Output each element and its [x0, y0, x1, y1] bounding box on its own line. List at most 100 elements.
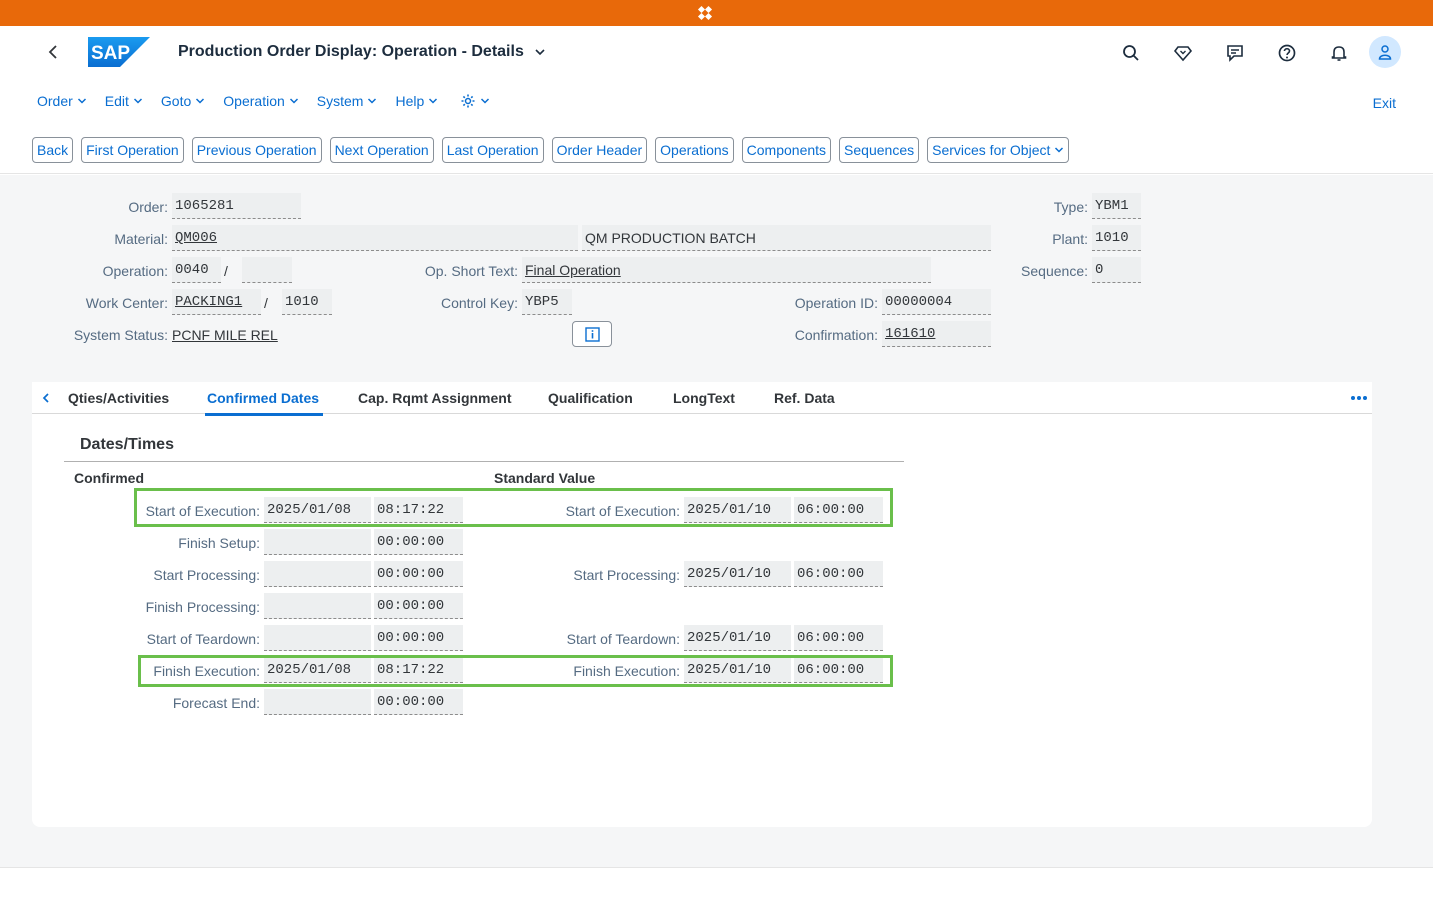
menu-help[interactable]: Help: [395, 93, 438, 109]
components-button[interactable]: Components: [741, 137, 832, 163]
search-icon[interactable]: [1120, 42, 1142, 64]
operation-field[interactable]: 0040: [172, 257, 221, 283]
short-text-field[interactable]: Final Operation: [522, 257, 931, 283]
confirmed-forecast-end-date[interactable]: [264, 689, 371, 715]
operations-button[interactable]: Operations: [655, 137, 734, 163]
previous-operation-button[interactable]: Previous Operation: [191, 137, 322, 163]
confirmed-forecast-end-time[interactable]: 00:00:00: [374, 689, 463, 715]
back-arrow-icon[interactable]: [44, 42, 64, 62]
app-title[interactable]: Production Order Display: Operation - De…: [178, 43, 546, 61]
confirmed-finish-processing-time[interactable]: 00:00:00: [374, 593, 463, 619]
confirmation-field[interactable]: 161610: [882, 321, 991, 347]
type-field[interactable]: YBM1: [1092, 193, 1141, 219]
operation-id-field[interactable]: 00000004: [882, 289, 991, 315]
confirmed-column-header: Confirmed: [74, 470, 144, 486]
std-start-teardown-label: Start of Teardown:: [566, 631, 680, 647]
menu-order-label: Order: [37, 93, 73, 109]
chevron-down-icon: [196, 98, 205, 104]
more-overflow-icon[interactable]: [1350, 395, 1368, 401]
exit-link[interactable]: Exit: [1373, 95, 1396, 111]
menu-settings[interactable]: [456, 93, 490, 109]
type-label: Type:: [1053, 199, 1088, 215]
tab-cap-rqmt-assignment[interactable]: Cap. Rqmt Assignment: [358, 390, 512, 406]
material-description-field[interactable]: QM PRODUCTION BATCH: [582, 225, 991, 251]
menu-operation-label: Operation: [223, 93, 285, 109]
chevron-down-icon: [481, 98, 490, 104]
finish-processing-label: Finish Processing:: [145, 599, 260, 615]
confirmed-finish-processing-date[interactable]: [264, 593, 371, 619]
svg-text:SAP: SAP: [91, 43, 130, 64]
tab-longtext[interactable]: LongText: [673, 390, 735, 406]
menu-goto-label: Goto: [160, 93, 192, 109]
shell-bar: SAP Production Order Display: Operation …: [0, 26, 1433, 174]
material-field[interactable]: QM006: [172, 225, 578, 251]
order-field[interactable]: 1065281: [172, 193, 301, 219]
chevron-down-icon: [133, 98, 142, 104]
chevron-left-icon[interactable]: [40, 392, 52, 404]
operation-id-label: Operation ID:: [794, 295, 878, 311]
confirmed-finish-setup-date[interactable]: [264, 529, 371, 555]
std-start-processing-date[interactable]: 2025/01/10: [684, 561, 791, 587]
chevron-down-icon: [429, 98, 438, 104]
back-button[interactable]: Back: [32, 137, 74, 163]
last-operation-button[interactable]: Last Operation: [441, 137, 544, 163]
services-for-object-button[interactable]: Services for Object: [927, 137, 1070, 163]
bell-icon[interactable]: [1328, 42, 1350, 64]
plant-label: Plant:: [1052, 231, 1088, 247]
chat-list-icon[interactable]: [1224, 42, 1246, 64]
material-label: Material:: [114, 231, 168, 247]
std-start-processing-time[interactable]: 06:00:00: [794, 561, 883, 587]
start-processing-label: Start Processing:: [153, 567, 260, 583]
work-center-plant-field[interactable]: 1010: [282, 289, 332, 315]
menu-system-label: System: [316, 93, 364, 109]
confirmed-start-teardown-date[interactable]: [264, 625, 371, 651]
short-text-label: Op. Short Text:: [424, 263, 518, 279]
app-title-text: Production Order Display: Operation - De…: [178, 43, 524, 60]
confirmed-finish-setup-time[interactable]: 00:00:00: [374, 529, 463, 555]
chevron-down-icon: [535, 49, 545, 55]
system-status-label: System Status:: [73, 327, 168, 343]
confirmed-start-processing-date[interactable]: [264, 561, 371, 587]
status-info-button[interactable]: [572, 321, 612, 347]
tab-qualification[interactable]: Qualification: [548, 390, 633, 406]
info-icon: [585, 327, 600, 342]
menu-goto[interactable]: Goto: [161, 93, 205, 109]
control-key-field[interactable]: YBP5: [522, 289, 572, 315]
user-avatar[interactable]: [1369, 36, 1401, 68]
sequences-button[interactable]: Sequences: [839, 137, 920, 163]
menu-operation[interactable]: Operation: [223, 93, 298, 109]
section-divider: [64, 461, 904, 462]
operation-sub-field[interactable]: [242, 257, 292, 283]
next-operation-button[interactable]: Next Operation: [329, 137, 434, 163]
menu-help-label: Help: [395, 93, 425, 109]
operation-label: Operation:: [102, 263, 168, 279]
tab-confirmed-dates[interactable]: Confirmed Dates: [204, 390, 324, 416]
help-icon[interactable]: [1276, 42, 1298, 64]
application-toolbar: Back First Operation Previous Operation …: [32, 137, 1077, 163]
work-center-field[interactable]: PACKING1: [172, 289, 261, 315]
chevron-down-icon: [289, 98, 298, 104]
first-operation-button[interactable]: First Operation: [81, 137, 184, 163]
top-strip: [0, 0, 1433, 26]
chevron-down-icon: [1055, 147, 1064, 153]
sequence-label: Sequence:: [1021, 263, 1088, 279]
sequence-field[interactable]: 0: [1092, 257, 1141, 283]
std-start-teardown-time[interactable]: 06:00:00: [794, 625, 883, 651]
diamond-icon[interactable]: [1172, 42, 1194, 64]
standard-value-column-header: Standard Value: [494, 470, 596, 486]
menu-edit[interactable]: Edit: [105, 93, 143, 109]
confirmed-start-teardown-time[interactable]: 00:00:00: [374, 625, 463, 651]
sap-logo[interactable]: SAP: [88, 37, 150, 67]
menu-order[interactable]: Order: [37, 93, 87, 109]
order-header-button[interactable]: Order Header: [551, 137, 648, 163]
tab-ref-data[interactable]: Ref. Data: [774, 390, 835, 406]
start-teardown-label: Start of Teardown:: [146, 631, 260, 647]
system-status-value[interactable]: PCNF MILE REL: [172, 327, 278, 343]
work-center-label: Work Center:: [85, 295, 168, 311]
footer-bar: [0, 867, 1433, 907]
confirmed-start-processing-time[interactable]: 00:00:00: [374, 561, 463, 587]
std-start-teardown-date[interactable]: 2025/01/10: [684, 625, 791, 651]
plant-field[interactable]: 1010: [1092, 225, 1141, 251]
tab-qties-activities[interactable]: Qties/Activities: [68, 390, 169, 406]
menu-system[interactable]: System: [317, 93, 378, 109]
